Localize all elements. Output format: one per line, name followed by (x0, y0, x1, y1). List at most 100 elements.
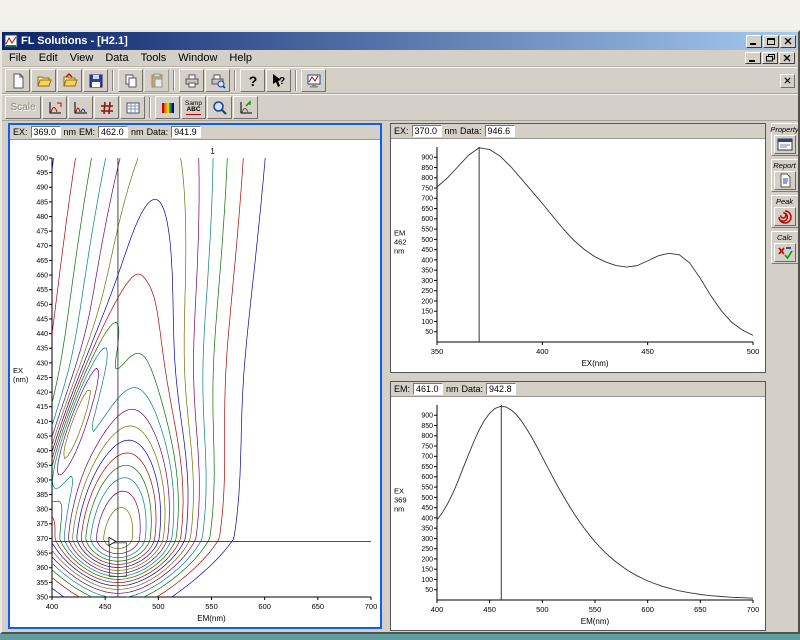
svg-text:EM(nm): EM(nm) (197, 614, 226, 623)
svg-text:475: 475 (36, 229, 48, 236)
trace-tools-icon (74, 101, 87, 113)
ex-value: 369.0 (30, 126, 61, 138)
svg-text:250: 250 (421, 288, 433, 295)
property-button[interactable] (773, 135, 796, 154)
svg-text:200: 200 (421, 298, 433, 305)
svg-text:50: 50 (425, 329, 433, 336)
svg-text:400: 400 (421, 515, 433, 522)
em-spectrum-plot[interactable]: 400 450 500 550 600 650 700 50 100 150 200 250 300 35… (391, 397, 765, 630)
trace-tools-button[interactable] (68, 96, 93, 119)
window-title: FL Solutions - [H2.1] (21, 35, 128, 47)
menu-edit[interactable]: Edit (33, 51, 64, 65)
em-spectrum-header: EM: 461.0 nm Data: 942.8 (391, 382, 765, 397)
svg-text:435: 435 (36, 346, 48, 353)
svg-text:440: 440 (36, 331, 48, 338)
svg-text:750: 750 (421, 443, 433, 450)
context-help-icon: ? (272, 73, 285, 87)
svg-text:420: 420 (36, 390, 48, 397)
ex-spectrum-plot[interactable]: 350 400 450 500 50 100 150 200 250 300 350 400 450 50… (391, 139, 765, 372)
export-chart-button[interactable] (233, 96, 258, 119)
maximize-button[interactable] (763, 34, 779, 48)
ex-value: 370.0 (411, 125, 442, 137)
svg-text:450: 450 (421, 505, 433, 512)
svg-text:369: 369 (394, 496, 407, 505)
svg-text:425: 425 (36, 375, 48, 382)
context-help-button[interactable]: ? (266, 69, 291, 92)
open-button[interactable] (31, 69, 56, 92)
scale-button[interactable]: Scale (5, 96, 41, 119)
svg-text:850: 850 (421, 423, 433, 430)
mdi-client-area: EX: 369.0 nm EM: 462.0 nm Data: 941.9 40… (2, 121, 798, 632)
menu-file[interactable]: File (3, 51, 33, 65)
palette-button[interactable] (155, 96, 180, 119)
svg-text:500: 500 (421, 495, 433, 502)
svg-text:900: 900 (421, 413, 433, 420)
svg-text:450: 450 (36, 302, 48, 309)
mdi-close-button[interactable] (779, 52, 795, 64)
table-grid-icon (126, 102, 139, 113)
mdi-restore-button[interactable] (762, 52, 778, 64)
mdi-minimize-button[interactable] (745, 52, 761, 64)
side-toolbar-close-button[interactable] (780, 73, 795, 88)
calc-icon (777, 246, 793, 259)
menu-tools[interactable]: Tools (135, 51, 173, 65)
em-unit: nm (446, 384, 459, 394)
print-preview-button[interactable] (205, 69, 230, 92)
copy-button[interactable] (118, 69, 143, 92)
hash-grid-button[interactable] (94, 96, 119, 119)
main-toolbar: ? ? (2, 67, 798, 94)
monitor-button[interactable] (301, 69, 326, 92)
axis-scale-button[interactable] (42, 96, 67, 119)
contour-plot[interactable]: 400 450 500 550 600 650 700 350 355 360 365 370 375 3… (10, 140, 380, 627)
svg-text:650: 650 (694, 605, 707, 614)
calc-group: Calc (770, 231, 798, 264)
svg-text:350: 350 (431, 347, 444, 356)
contour-panel[interactable]: EX: 369.0 nm EM: 462.0 nm Data: 941.9 40… (8, 123, 382, 629)
close-button[interactable] (780, 34, 796, 48)
help-button[interactable]: ? (240, 69, 265, 92)
ex-spectrum-panel[interactable]: EX: 370.0 nm Data: 946.6 350 400 450 500 50 1… (390, 123, 766, 373)
svg-text:355: 355 (36, 580, 48, 587)
title-bar[interactable]: FL Solutions - [H2.1] (2, 32, 798, 50)
minimize-button[interactable] (746, 34, 762, 48)
calc-button[interactable] (773, 243, 796, 262)
print-button[interactable] (179, 69, 204, 92)
svg-text:500: 500 (152, 602, 165, 611)
save-button[interactable] (83, 69, 108, 92)
svg-text:400: 400 (36, 448, 48, 455)
em-spectrum-panel[interactable]: EM: 461.0 nm Data: 942.8 400 450 500 550 600… (390, 381, 766, 631)
svg-text:370: 370 (36, 536, 48, 543)
report-label: Report (773, 161, 796, 170)
export-chart-icon (240, 99, 252, 113)
svg-text:700: 700 (421, 196, 433, 203)
desktop: { "window": { "title": "FL Solutions - [… (0, 0, 800, 640)
svg-text:600: 600 (421, 474, 433, 481)
menu-view[interactable]: View (64, 51, 100, 65)
ex-spectrum-plot-area: 350 400 450 500 50 100 150 200 250 300 350 400 450 50… (391, 139, 765, 372)
menu-window[interactable]: Window (172, 51, 223, 65)
table-grid-button[interactable] (120, 96, 145, 119)
app-icon (4, 34, 18, 48)
paste-button[interactable] (144, 69, 169, 92)
report-button[interactable] (773, 171, 796, 190)
graph-toolbar: Scale Samp ABC (2, 94, 798, 121)
menu-help[interactable]: Help (223, 51, 258, 65)
menu-data[interactable]: Data (99, 51, 134, 65)
toolbar-separator (234, 70, 236, 91)
open-data-button[interactable] (57, 69, 82, 92)
svg-text:100: 100 (421, 319, 433, 326)
zoom-button[interactable] (207, 96, 232, 119)
svg-text:500: 500 (36, 155, 48, 162)
sample-abc-button[interactable]: Samp ABC (181, 96, 206, 119)
svg-text:460: 460 (36, 272, 48, 279)
copy-icon (125, 74, 136, 87)
peak-button[interactable] (773, 207, 796, 226)
em-spectrum-plot-area: 400 450 500 550 600 650 700 50 100 150 200 250 300 35… (391, 397, 765, 630)
svg-text:EM: EM (394, 229, 405, 238)
new-file-button[interactable] (5, 69, 30, 92)
svg-text:50: 50 (425, 587, 433, 594)
data-value: 942.8 (486, 383, 517, 395)
svg-text:485: 485 (36, 199, 48, 206)
svg-text:350: 350 (421, 526, 433, 533)
data-label: Data: (461, 384, 484, 394)
